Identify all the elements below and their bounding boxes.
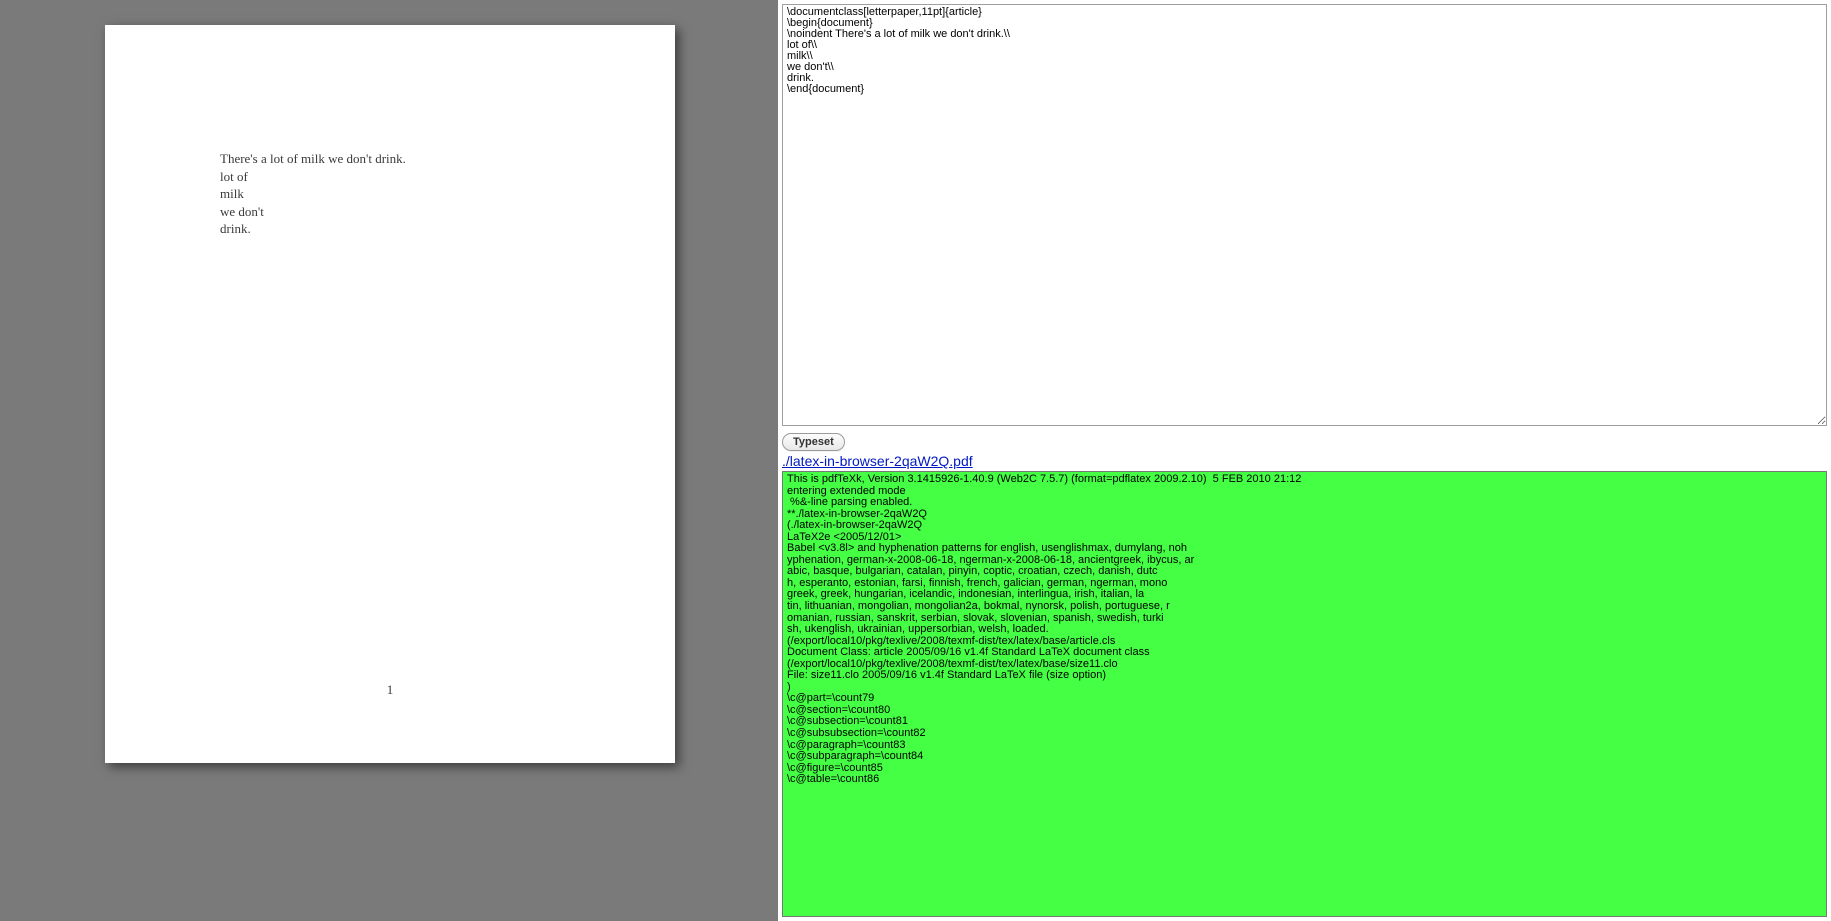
log-wrap: This is pdfTeXk, Version 3.1415926-1.40.…	[782, 471, 1827, 917]
pdf-line: we don't	[220, 203, 615, 221]
compile-log[interactable]: This is pdfTeXk, Version 3.1415926-1.40.…	[782, 471, 1827, 917]
pdf-output-link[interactable]: ./latex-in-browser-2qaW2Q.pdf	[778, 453, 1831, 471]
pdf-page-body: There's a lot of milk we don't drink. lo…	[220, 150, 615, 238]
pdf-line: There's a lot of milk we don't drink.	[220, 150, 615, 168]
pdf-page: There's a lot of milk we don't drink. lo…	[105, 25, 675, 763]
pdf-line: lot of	[220, 168, 615, 186]
pdf-preview-pane: There's a lot of milk we don't drink. lo…	[0, 0, 778, 921]
pdf-line: milk	[220, 185, 615, 203]
app-root: There's a lot of milk we don't drink. lo…	[0, 0, 1831, 921]
controls-bar: Typeset	[778, 430, 1831, 453]
source-area	[778, 0, 1831, 430]
latex-source-input[interactable]	[782, 4, 1827, 426]
typeset-button[interactable]: Typeset	[782, 433, 845, 451]
editor-pane: Typeset ./latex-in-browser-2qaW2Q.pdf Th…	[778, 0, 1831, 921]
pdf-line: drink.	[220, 220, 615, 238]
pdf-page-number: 1	[105, 682, 675, 698]
